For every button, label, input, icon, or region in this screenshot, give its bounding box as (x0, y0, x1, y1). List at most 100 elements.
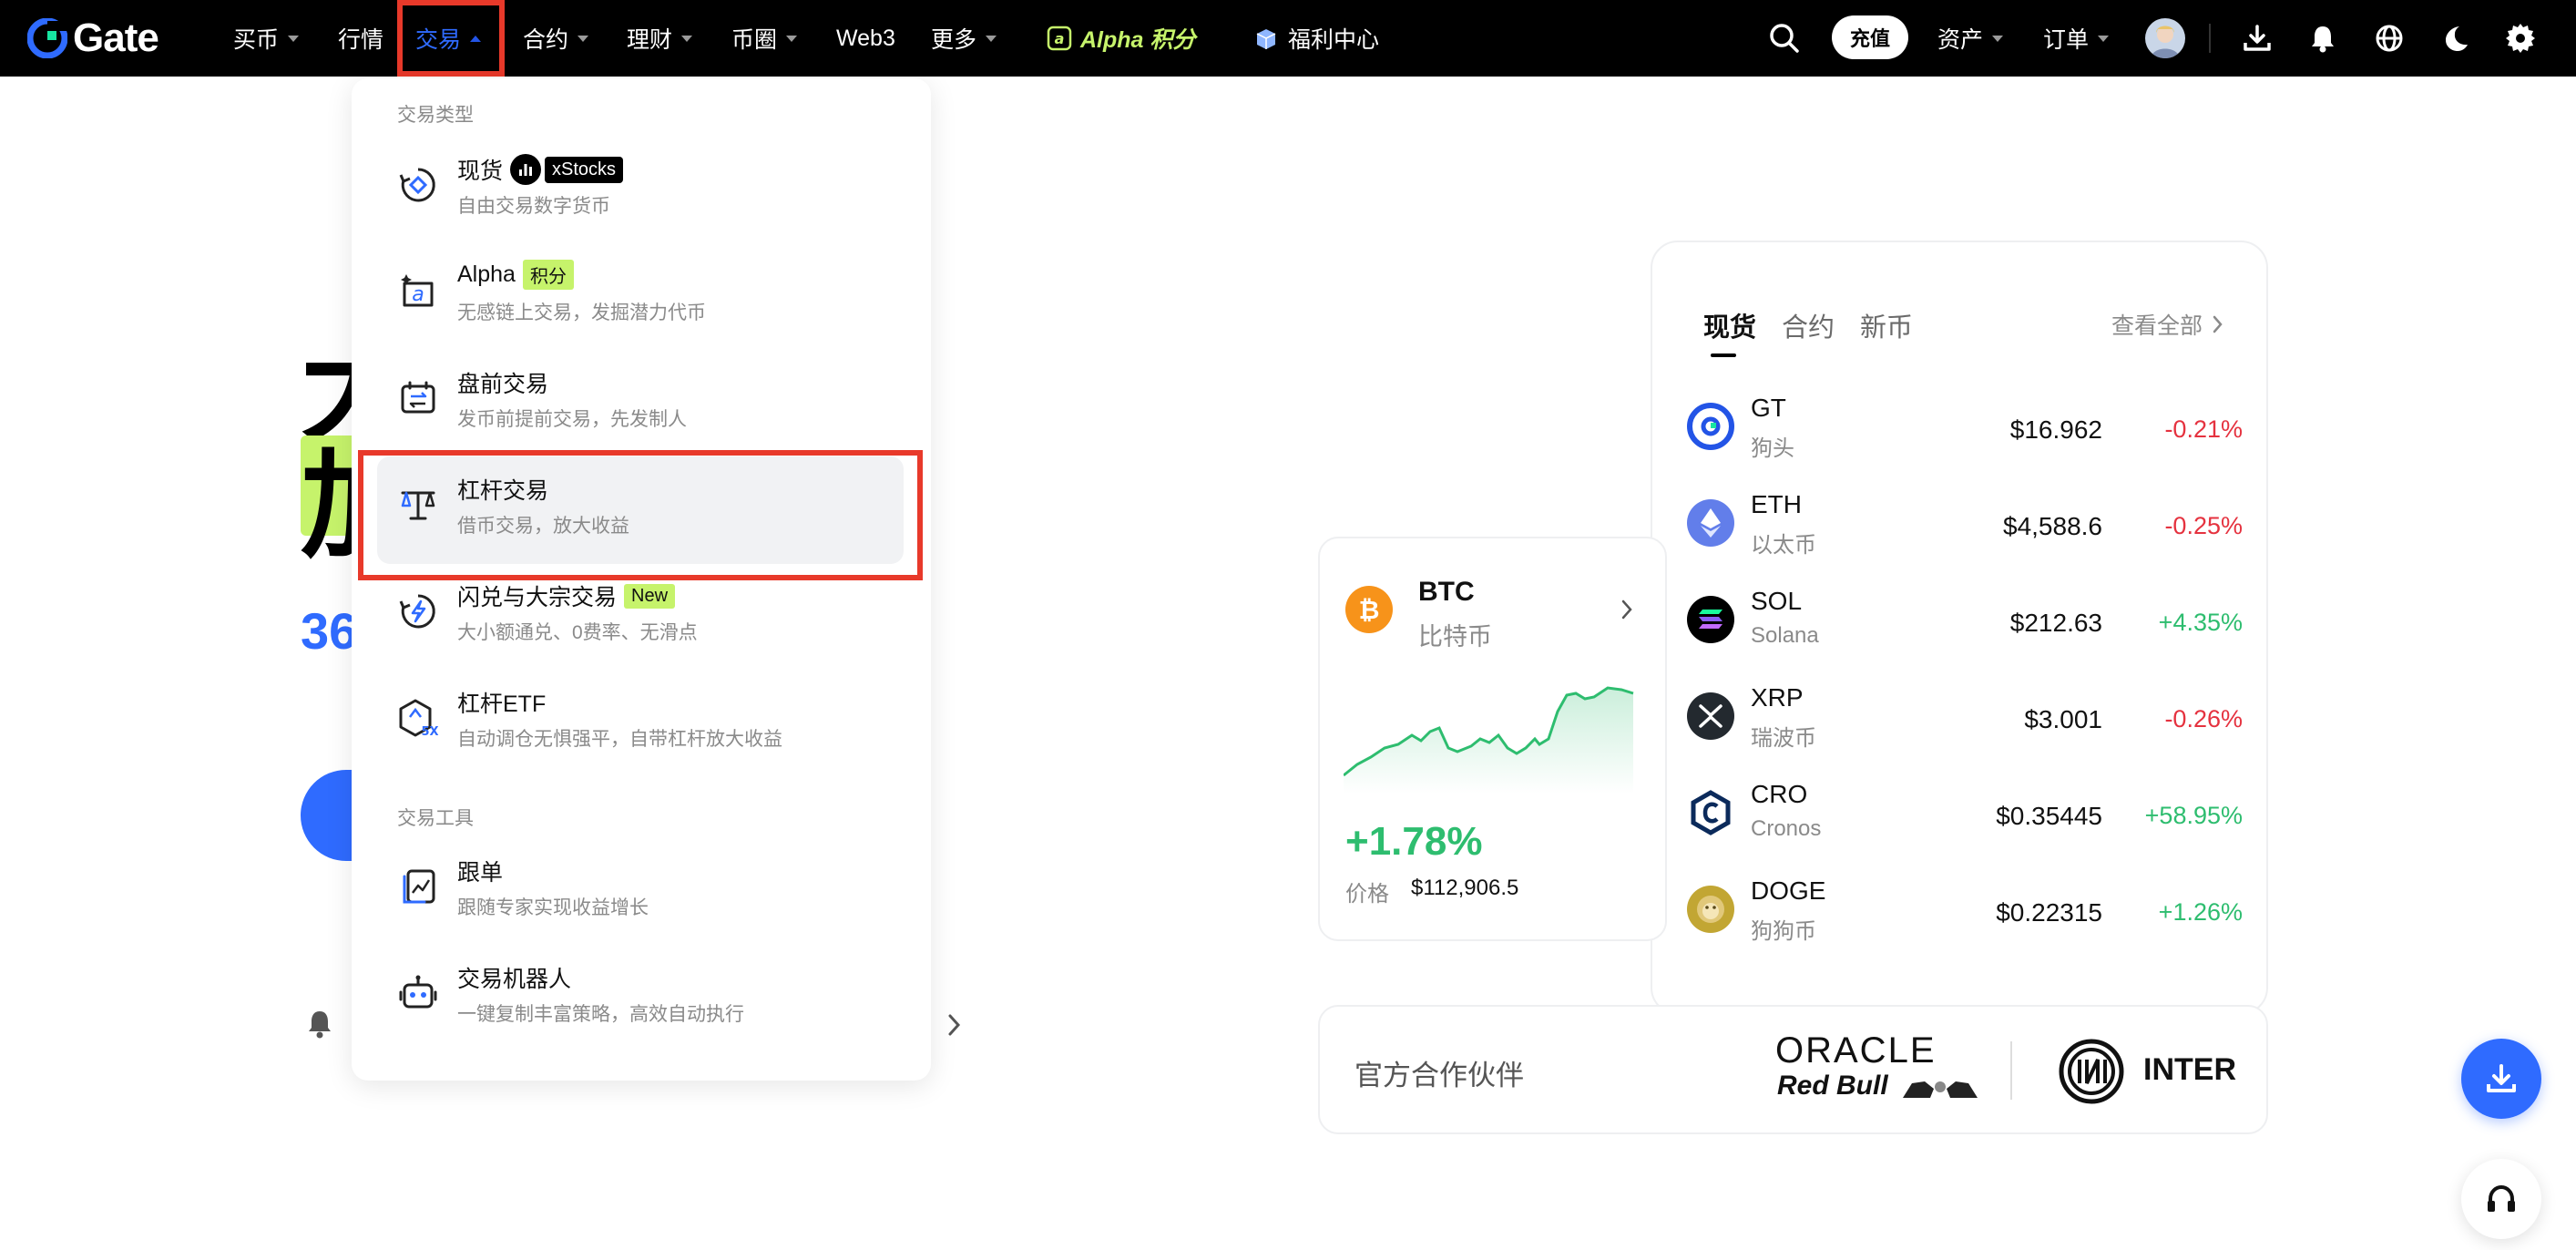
market-row[interactable]: ETH 以太币 $4,588.6 -0.25% (1687, 477, 2243, 574)
coin-name: Solana (1751, 623, 1819, 648)
coin-price: $3.001 (2024, 705, 2102, 733)
premarket-icon (401, 381, 435, 414)
chevron-down-icon (2098, 35, 2110, 42)
chevron-down-icon (1992, 35, 2004, 42)
coin-name: 狗狗币 (1751, 919, 1816, 944)
highlight-box-trade (397, 0, 505, 77)
moon-icon[interactable] (2437, 20, 2473, 56)
coin-name: Cronos (1751, 816, 1822, 841)
nav-orders[interactable]: 订单 (2043, 0, 2110, 77)
nav-assets[interactable]: 资产 (1937, 0, 2004, 77)
menu-item-leveraged-etf[interactable]: 5X 杠杆ETF 自动调仓无惧强平，自带杠杆放大收益 (377, 670, 904, 777)
hero-cta-button[interactable] (301, 770, 355, 861)
sol-icon (1687, 596, 1734, 643)
nav-web3[interactable]: Web3 (836, 0, 895, 77)
redbull-logo-text: Red Bull (1777, 1071, 1888, 1101)
spot-icon (399, 168, 435, 202)
menu-item-alpha[interactable]: a Alpha 积分 无感链上交易，发掘潜力代币 (377, 243, 904, 351)
nav-futures[interactable]: 合约 (523, 0, 589, 77)
gear-icon[interactable] (2502, 20, 2539, 56)
chevron-down-icon (786, 35, 798, 42)
coin-change: -0.25% (2164, 512, 2243, 539)
nav-earn[interactable]: 理财 (627, 0, 693, 77)
chevron-down-icon (288, 35, 300, 42)
download-icon (2487, 1064, 2516, 1092)
nav-label: 买币 (233, 27, 280, 53)
globe-icon[interactable] (2371, 20, 2407, 56)
partners-label: 官方合作伙伴 (1354, 1060, 1524, 1091)
spot-title: 现货 (457, 159, 504, 184)
btc-icon: ₿ (1345, 586, 1393, 633)
avatar[interactable] (2145, 18, 2185, 58)
customer-support-button[interactable] (2461, 1159, 2541, 1239)
nav-label: 更多 (931, 27, 977, 53)
gate-logo[interactable]: Gate (27, 15, 159, 60)
market-row[interactable]: GT 狗头 $16.962 -0.21% (1687, 381, 2243, 477)
btc-name: 比特币 (1418, 623, 1492, 651)
nav-label: 币圈 (731, 27, 778, 53)
alpha-icon: a (1047, 26, 1072, 51)
flash-swap-title: 闪兑与大宗交易 (457, 585, 618, 610)
market-row[interactable]: SOL Solana $212.63 +4.35% (1687, 574, 2243, 671)
announcement-bell-icon (304, 1008, 335, 1045)
svg-text:5X: 5X (421, 725, 438, 739)
menu-item-premarket[interactable]: 盘前交易 发币前提前交易，先发制人 (377, 350, 904, 457)
tab-spot[interactable]: 现货 (1703, 306, 1756, 344)
nav-welfare-center[interactable]: 福利中心 (1253, 0, 1379, 77)
chevron-down-icon (681, 35, 693, 42)
coin-change: +1.26% (2158, 898, 2243, 926)
market-row[interactable]: DOGE 狗狗币 $0.22315 +1.26% (1687, 864, 2243, 960)
gift-box-icon (1256, 29, 1276, 49)
inter-logo-text: INTER (2143, 1052, 2236, 1087)
bell-icon[interactable] (2305, 20, 2341, 56)
menu-item-trading-bot[interactable]: 交易机器人 一键复制丰富策略，高效自动执行 (377, 945, 904, 1052)
svg-text:a: a (412, 283, 424, 306)
market-row[interactable]: CRO Cronos $0.35445 +58.95% (1687, 767, 2243, 864)
btc-sparkline (1344, 686, 1634, 794)
btc-price: $112,906.5 (1411, 876, 1519, 900)
btc-change: +1.78% (1345, 819, 1483, 864)
deposit-button[interactable]: 充值 (1832, 15, 1908, 59)
announcement-next-arrow[interactable] (947, 1013, 962, 1041)
view-all-link[interactable]: 查看全部 (2111, 308, 2224, 341)
section-trade-types: 交易类型 (397, 105, 474, 126)
nav-label: Web3 (836, 25, 895, 51)
menu-item-desc: 一键复制丰富策略，高效自动执行 (457, 1004, 744, 1025)
eth-icon (1687, 499, 1734, 547)
gt-icon (1687, 403, 1734, 450)
coin-name: 以太币 (1751, 533, 1816, 558)
nav-square[interactable]: 币圈 (731, 0, 798, 77)
btc-price-label: 价格 (1345, 882, 1389, 907)
menu-item-spot[interactable]: 现货 xStocks 自由交易数字货币 (377, 137, 904, 244)
alpha-icon: a (401, 274, 434, 307)
nav-alpha-points[interactable]: a Alpha 积分 (1046, 0, 1195, 77)
coin-price: $0.22315 (1996, 898, 2102, 927)
btc-card[interactable]: ₿ BTC 比特币 +1.78% 价格 $112,906.5 (1318, 537, 1667, 941)
nav-more[interactable]: 更多 (931, 0, 997, 77)
coin-price: $4,588.6 (2003, 512, 2102, 540)
coin-change: +58.95% (2144, 802, 2243, 829)
tab-futures[interactable]: 合约 (1782, 306, 1835, 344)
chevron-right-icon[interactable] (1620, 599, 1633, 625)
market-panel: 现货 合约 新币 查看全部 GT 狗头 $16.962 -0.21% ETH 以… (1651, 241, 2268, 1015)
search-icon[interactable] (1766, 20, 1803, 56)
download-app-button[interactable] (2461, 1039, 2541, 1119)
nav-label: 理财 (627, 27, 673, 53)
leveraged-etf-icon: 5X (399, 699, 439, 739)
alpha-title: Alpha (457, 261, 516, 287)
svg-text:₿: ₿ (1359, 595, 1380, 625)
tab-new-coins[interactable]: 新币 (1860, 306, 1913, 344)
copy-trading-title: 跟单 (457, 860, 504, 886)
menu-item-desc: 无感链上交易，发掘潜力代币 (457, 302, 706, 323)
bar-chart-icon (510, 154, 542, 185)
nav-markets[interactable]: 行情 (338, 0, 383, 77)
btc-symbol: BTC (1418, 577, 1475, 607)
market-row[interactable]: XRP 瑞波币 $3.001 -0.26% (1687, 671, 2243, 767)
nav-label: 订单 (2043, 27, 2090, 53)
coin-price: $212.63 (2009, 609, 2102, 637)
partners-divider (2010, 1041, 2012, 1100)
flash-swap-icon (399, 594, 435, 629)
download-icon[interactable] (2239, 20, 2275, 56)
menu-item-copy-trading[interactable]: 跟单 跟随专家实现收益增长 (377, 838, 904, 946)
nav-buy-crypto[interactable]: 买币 (233, 0, 300, 77)
